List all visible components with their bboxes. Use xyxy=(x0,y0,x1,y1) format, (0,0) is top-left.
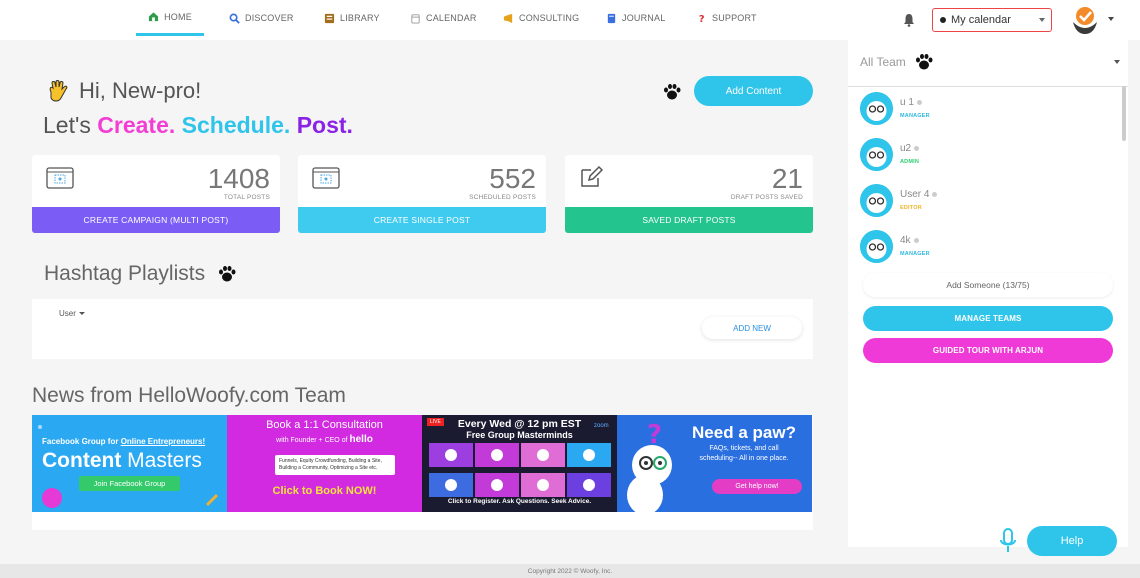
banner-masterminds[interactable]: LIVE Every Wed @ 12 pm EST Free Group Ma… xyxy=(422,415,617,512)
paw-icon xyxy=(219,266,236,282)
chevron-down-icon[interactable] xyxy=(1108,17,1114,21)
team-member[interactable]: u2 ADMIN xyxy=(860,138,1110,174)
status-dot xyxy=(932,192,938,197)
divider xyxy=(848,86,1128,87)
add-content-button[interactable]: Add Content xyxy=(694,76,813,106)
help-button[interactable]: Help xyxy=(1027,526,1117,556)
nav-library[interactable]: LIBRARY xyxy=(324,0,380,36)
team-sidebar: All Team u 1 MANAGER u2 ADMIN User 4 EDI… xyxy=(848,40,1128,547)
greeting: Hi, New-pro! xyxy=(45,78,201,104)
stat-card-drafts: 21 DRAFT POSTS SAVED SAVED DRAFT POSTS xyxy=(565,155,813,233)
dog-avatar xyxy=(860,138,893,171)
library-icon xyxy=(324,13,335,23)
hashtag-playlists-title: Hashtag Playlists xyxy=(44,262,237,286)
main-content: Hi, New-pro! Let's Create. Schedule. Pos… xyxy=(0,40,848,564)
team-member[interactable]: u 1 MANAGER xyxy=(860,92,1110,128)
add-new-playlist-button[interactable]: ADD NEW xyxy=(702,317,802,339)
hashtag-playlists-panel: User ADD NEW xyxy=(32,299,813,359)
news-panel: Facebook Group for Online Entrepreneurs!… xyxy=(32,415,813,530)
participant-grid xyxy=(429,443,611,497)
bell-icon[interactable] xyxy=(903,13,915,27)
create-campaign-button[interactable]: CREATE CAMPAIGN (MULTI POST) xyxy=(32,207,280,233)
home-icon xyxy=(149,12,159,22)
join-facebook-group-button[interactable]: Join Facebook Group xyxy=(79,476,180,491)
dog-avatar xyxy=(860,184,893,217)
total-posts-count: 1408 xyxy=(207,163,270,194)
chevron-down-icon xyxy=(78,312,85,315)
scheduled-posts-label: SCHEDULED POSTS xyxy=(469,194,536,201)
nav-home[interactable]: HOME xyxy=(136,0,204,36)
create-single-post-button[interactable]: CREATE SINGLE POST xyxy=(298,207,546,233)
svg-text:?: ? xyxy=(699,14,705,24)
calendar-icon xyxy=(46,167,74,189)
greeting-text: Hi, New-pro! xyxy=(79,78,202,103)
paw-icon xyxy=(915,54,933,70)
stat-card-single: 552 SCHEDULED POSTS CREATE SINGLE POST xyxy=(298,155,546,233)
guided-tour-button[interactable]: GUIDED TOUR WITH ARJUN xyxy=(863,338,1113,363)
saved-draft-posts-button[interactable]: SAVED DRAFT POSTS xyxy=(565,207,813,233)
paw-icon xyxy=(664,84,681,100)
manage-teams-button[interactable]: MANAGE TEAMS xyxy=(863,306,1113,331)
hashtag-user-dropdown[interactable]: User xyxy=(59,309,85,318)
banner-need-a-paw[interactable]: ? Need a paw? FAQs, tickets, and call sc… xyxy=(617,415,812,512)
question-icon: ? xyxy=(699,14,705,24)
scheduled-posts-count: 552 xyxy=(489,163,536,194)
status-dot xyxy=(914,146,920,151)
add-someone-button[interactable]: Add Someone (13/75) xyxy=(863,273,1113,297)
role-badge: EDITOR xyxy=(900,205,922,211)
megaphone-icon xyxy=(503,13,513,23)
top-navigation: HOME DISCOVER LIBRARY CALENDAR CONSULTIN… xyxy=(0,0,1140,40)
chevron-down-icon xyxy=(1114,60,1120,64)
magnifier-icon xyxy=(229,13,240,24)
nav-discover[interactable]: DISCOVER xyxy=(229,0,294,36)
status-dot xyxy=(916,100,922,105)
nav-journal[interactable]: JOURNAL xyxy=(606,0,665,36)
dog-avatar xyxy=(860,230,893,263)
footer: Copyright 2022 © Woofy, Inc. xyxy=(0,564,1140,578)
chevron-down-icon xyxy=(1039,18,1045,22)
nav-support[interactable]: ? SUPPORT xyxy=(696,0,757,36)
role-badge: ADMIN xyxy=(900,159,920,165)
role-badge: MANAGER xyxy=(900,113,930,119)
team-member[interactable]: User 4 EDITOR xyxy=(860,184,1110,220)
calendar-select-value: My calendar xyxy=(951,14,1011,26)
nav-consulting[interactable]: CONSULTING xyxy=(503,0,579,36)
news-title: News from HelloWoofy.com Team xyxy=(32,384,346,407)
microphone-icon[interactable] xyxy=(999,528,1017,554)
get-help-now-button[interactable]: Get help now! xyxy=(712,479,802,494)
team-member[interactable]: 4k MANAGER xyxy=(860,230,1110,266)
calendar-icon xyxy=(411,13,420,24)
calendar-icon xyxy=(312,167,340,189)
draft-posts-count: 21 xyxy=(771,163,803,194)
dog-avatar xyxy=(860,92,893,125)
svg-text:?: ? xyxy=(647,420,662,450)
role-badge: MANAGER xyxy=(900,251,930,257)
edit-icon xyxy=(581,165,604,187)
waving-hand-icon xyxy=(49,80,68,102)
headline: Let's Create. Schedule. Post. xyxy=(43,112,353,138)
banner-consultation[interactable]: Book a 1:1 Consultation with Founder + C… xyxy=(227,415,422,512)
stat-card-campaign: 1408 TOTAL POSTS CREATE CAMPAIGN (MULTI … xyxy=(32,155,280,233)
journal-icon xyxy=(607,13,616,23)
nav-calendar[interactable]: CALENDAR xyxy=(410,0,477,36)
total-posts-label: TOTAL POSTS xyxy=(223,194,270,201)
calendar-color-dot xyxy=(940,17,946,23)
team-select[interactable]: All Team xyxy=(860,50,1120,74)
status-dot xyxy=(913,238,919,243)
calendar-select[interactable]: My calendar xyxy=(932,8,1052,32)
draft-posts-label: DRAFT POSTS SAVED xyxy=(730,194,803,201)
book-now-link[interactable]: Click to Book NOW! xyxy=(227,485,422,497)
user-avatar-logo[interactable] xyxy=(1068,4,1102,38)
scrollbar[interactable] xyxy=(1122,86,1126,141)
banner-content-masters[interactable]: Facebook Group for Online Entrepreneurs!… xyxy=(32,415,227,512)
